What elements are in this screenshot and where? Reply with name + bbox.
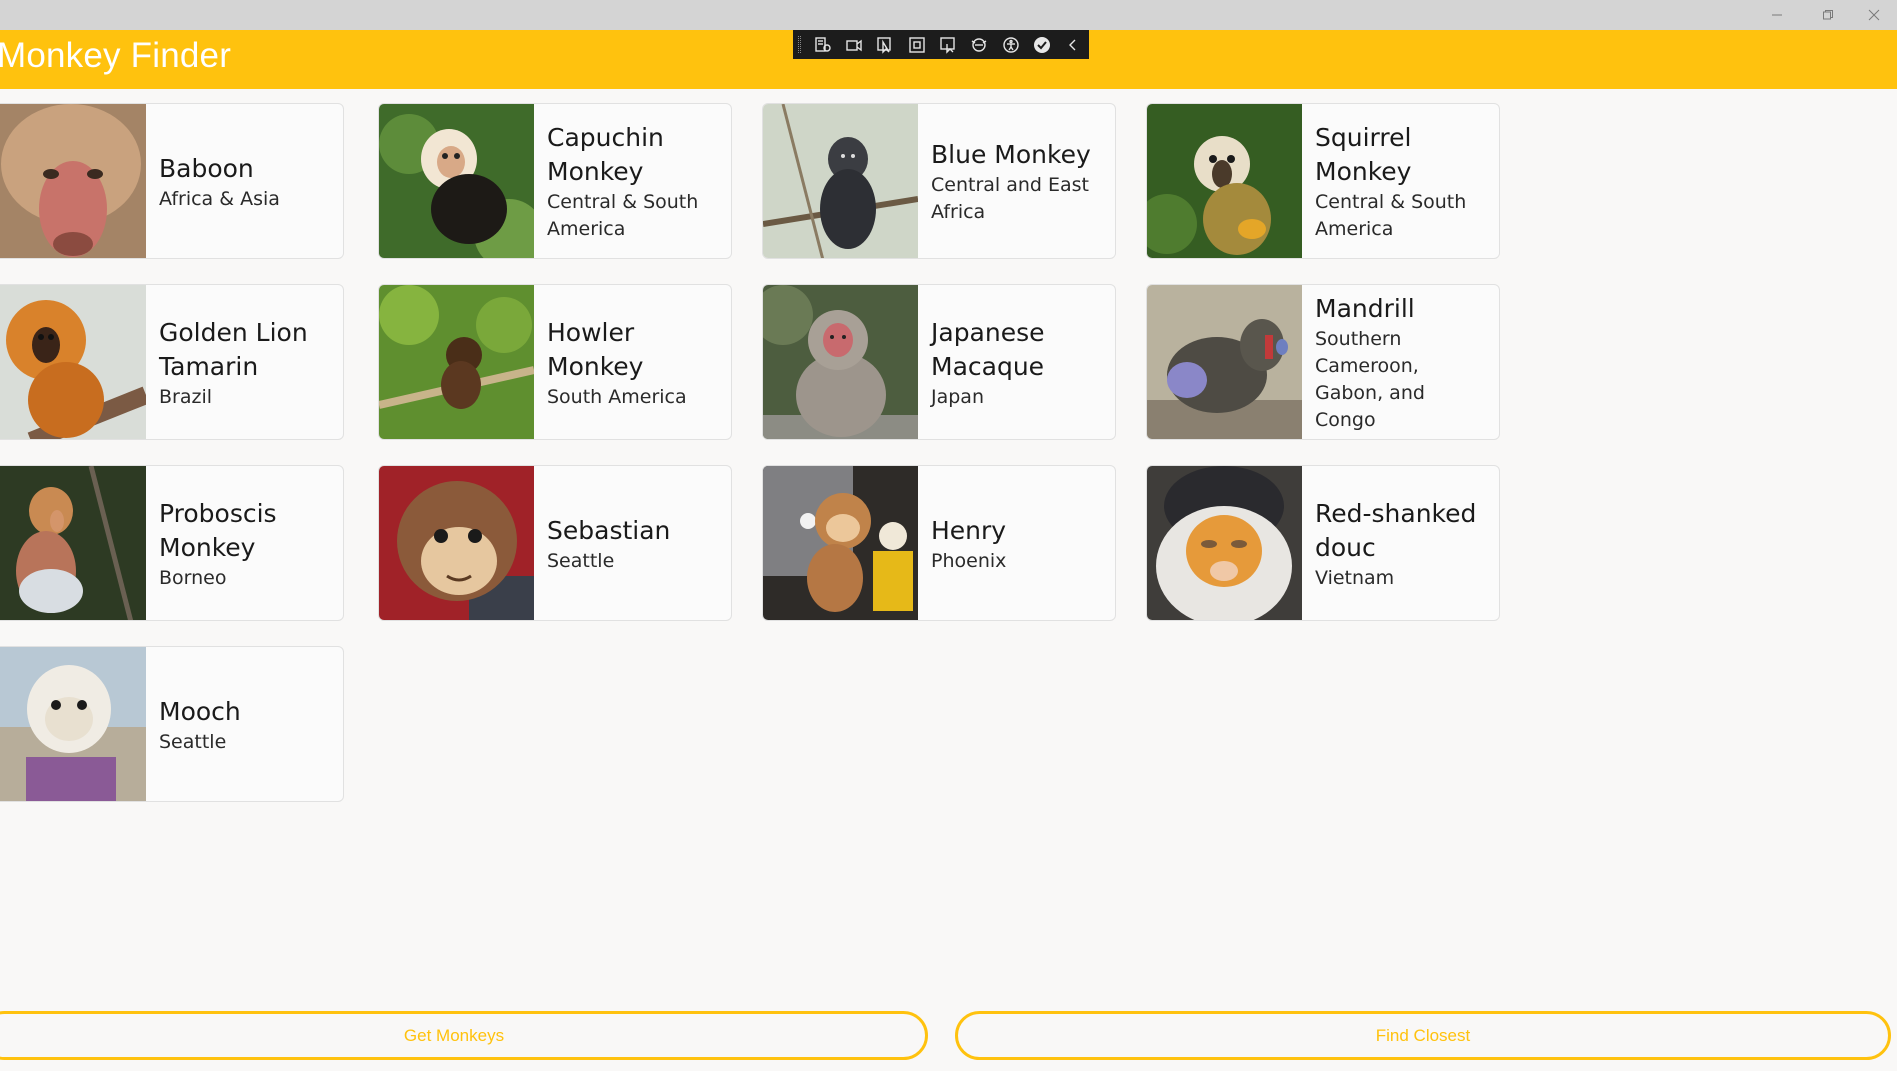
blue-monkey-photo bbox=[763, 104, 918, 258]
monkey-location: Africa & Asia bbox=[159, 187, 280, 210]
monkey-card-capuchin[interactable]: Capuchin Monkey Central & South America bbox=[378, 103, 732, 259]
monkey-card-japanese-macaque[interactable]: Japanese Macaque Japan bbox=[762, 284, 1116, 440]
monkey-card-proboscis-monkey[interactable]: Proboscis Monkey Borneo bbox=[0, 465, 344, 621]
monkey-location: Southern Cameroon, Gabon, and Congo bbox=[1315, 328, 1425, 431]
monkey-location: Seattle bbox=[159, 730, 227, 753]
hot-reload-ok-icon[interactable] bbox=[1026, 30, 1057, 59]
live-visual-tree-icon[interactable] bbox=[807, 30, 838, 59]
video-icon[interactable] bbox=[838, 30, 869, 59]
monkey-name: Capuchin Monkey bbox=[547, 123, 664, 186]
monkey-card-squirrel-monkey[interactable]: Squirrel Monkey Central & South America bbox=[1146, 103, 1500, 259]
page-title: Monkey Finder bbox=[0, 36, 232, 75]
monkey-name: Squirrel Monkey bbox=[1315, 123, 1412, 186]
monkey-name: Baboon bbox=[159, 153, 254, 183]
monkey-card-baboon[interactable]: Baboon Africa & Asia bbox=[0, 103, 344, 259]
baboon-photo bbox=[0, 104, 146, 258]
monkey-name: Golden Lion Tamarin bbox=[159, 317, 308, 381]
monkey-location: Brazil bbox=[159, 385, 213, 408]
capuchin-photo bbox=[379, 104, 534, 258]
monkey-card-golden-lion-tamarin[interactable]: Golden Lion Tamarin Brazil bbox=[0, 284, 344, 440]
monkey-card-sebastian[interactable]: Sebastian Seattle bbox=[378, 465, 732, 621]
monkey-name: Red-shanked douc bbox=[1315, 498, 1477, 562]
monkey-card-blue-monkey[interactable]: Blue Monkey Central and East Africa bbox=[762, 103, 1116, 259]
collapse-chevron-icon[interactable] bbox=[1058, 30, 1089, 59]
monkey-location: Seattle bbox=[547, 549, 615, 572]
monkey-card-henry[interactable]: Henry Phoenix bbox=[762, 465, 1116, 621]
debug-toolbar bbox=[793, 30, 1089, 59]
toolbar-grip[interactable] bbox=[798, 36, 801, 53]
monkey-name: Mooch bbox=[159, 696, 241, 726]
monkey-location: Vietnam bbox=[1315, 566, 1395, 589]
monkey-location: Central & South America bbox=[547, 191, 699, 240]
monkey-location: Central and East Africa bbox=[931, 174, 1090, 223]
monkey-card-red-shanked-douc[interactable]: Red-shanked douc Vietnam bbox=[1146, 465, 1500, 621]
select-element-icon[interactable] bbox=[870, 30, 901, 59]
accessibility-icon[interactable] bbox=[995, 30, 1026, 59]
mooch-photo bbox=[0, 647, 146, 801]
sebastian-photo bbox=[379, 466, 534, 620]
monkey-location: Japan bbox=[931, 385, 984, 408]
find-closest-button[interactable]: Find Closest bbox=[955, 1011, 1891, 1060]
track-focus-icon[interactable] bbox=[932, 30, 963, 59]
squirrel-monkey-photo bbox=[1147, 104, 1302, 258]
monkey-name: Howler Monkey bbox=[547, 317, 644, 381]
display-layout-adorners-icon[interactable] bbox=[901, 30, 932, 59]
monkey-location: South America bbox=[547, 385, 687, 408]
monkey-name: Proboscis Monkey bbox=[159, 498, 277, 562]
monkey-location: Central & South America bbox=[1315, 191, 1467, 240]
mandrill-photo bbox=[1147, 285, 1302, 439]
minimize-icon[interactable] bbox=[1754, 0, 1800, 30]
binding-failures-icon[interactable] bbox=[964, 30, 995, 59]
monkey-name: Blue Monkey bbox=[931, 140, 1091, 169]
monkey-location: Phoenix bbox=[931, 549, 1007, 572]
monkey-card-mandrill[interactable]: Mandrill Southern Cameroon, Gabon, and C… bbox=[1146, 284, 1500, 440]
golden-lion-tamarin-photo bbox=[0, 285, 146, 439]
monkey-card-howler-monkey[interactable]: Howler Monkey South America bbox=[378, 284, 732, 440]
get-monkeys-button[interactable]: Get Monkeys bbox=[0, 1011, 928, 1060]
proboscis-monkey-photo bbox=[0, 466, 146, 620]
maximize-icon[interactable] bbox=[1805, 0, 1851, 30]
monkey-name: Japanese Macaque bbox=[931, 317, 1045, 381]
monkey-name: Sebastian bbox=[547, 515, 671, 545]
henry-photo bbox=[763, 466, 918, 620]
monkey-location: Borneo bbox=[159, 566, 227, 589]
window-title-bar bbox=[0, 0, 1897, 30]
howler-monkey-photo bbox=[379, 285, 534, 439]
monkey-name: Henry bbox=[931, 515, 1007, 545]
close-icon[interactable] bbox=[1851, 0, 1897, 30]
japanese-macaque-photo bbox=[763, 285, 918, 439]
red-shanked-douc-photo bbox=[1147, 466, 1302, 620]
monkey-card-mooch[interactable]: Mooch Seattle bbox=[0, 646, 344, 802]
monkey-name: Mandrill bbox=[1315, 294, 1415, 323]
